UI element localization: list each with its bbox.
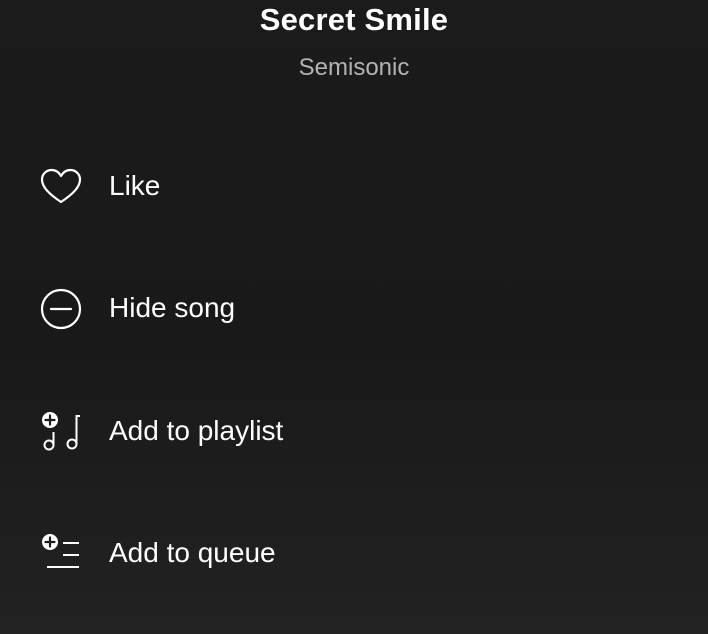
menu-item-add-to-playlist[interactable]: Add to playlist — [0, 392, 708, 472]
song-title: Secret Smile — [259, 2, 449, 37]
menu-item-label: Hide song — [109, 292, 236, 323]
heart-icon — [39, 165, 83, 209]
menu-item-hide-song[interactable]: Hide song — [0, 269, 708, 349]
menu-item-label: Add to queue — [109, 537, 276, 568]
menu-item-label: Add to playlist — [109, 415, 284, 446]
menu-item-label: Like — [109, 170, 161, 201]
add-to-queue-icon — [39, 532, 83, 576]
menu-item-like[interactable]: Like — [0, 147, 708, 227]
artist-name[interactable]: Semisonic — [0, 54, 708, 82]
menu-item-add-to-queue[interactable]: Add to queue — [0, 514, 708, 594]
minus-circle-icon — [39, 287, 83, 331]
add-to-playlist-icon — [39, 410, 83, 454]
